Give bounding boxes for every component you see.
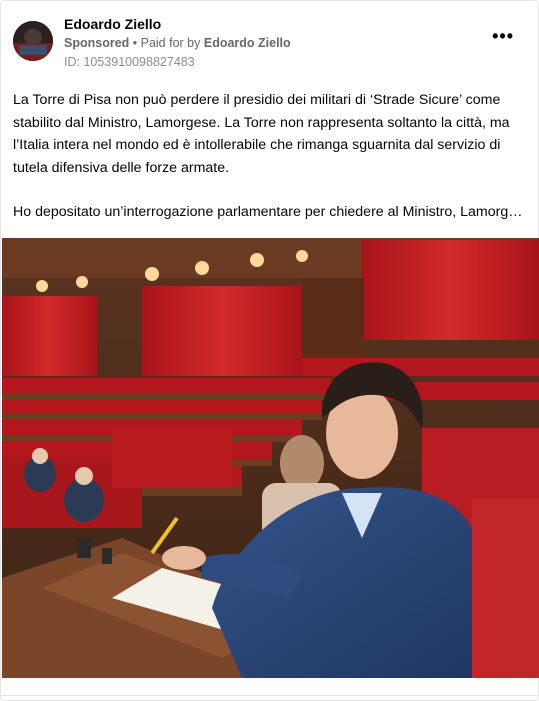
more-horizontal-icon[interactable]: ••• xyxy=(492,27,514,45)
parliament-chamber-image xyxy=(2,238,539,678)
ad-post-card: Edoardo Ziello Sponsored • Paid for by E… xyxy=(0,0,539,701)
post-text: La Torre di Pisa non può perdere il pres… xyxy=(13,89,529,224)
ad-id: ID: 1053910098827483 xyxy=(64,55,195,69)
sponsored-label: Sponsored xyxy=(64,36,130,50)
payer-name[interactable]: Edoardo Ziello xyxy=(204,36,291,50)
divider xyxy=(1,695,539,696)
post-header: Edoardo Ziello Sponsored • Paid for by E… xyxy=(13,13,526,71)
post-paragraph-2[interactable]: Ho depositato un’interrogazione parlamen… xyxy=(13,201,529,224)
author-name[interactable]: Edoardo Ziello xyxy=(64,16,161,32)
post-image[interactable] xyxy=(2,238,539,678)
sponsored-line: Sponsored • Paid for by Edoardo Ziello xyxy=(64,36,291,50)
post-paragraph-1: La Torre di Pisa non può perdere il pres… xyxy=(13,92,510,176)
paid-for-by-text: • Paid for by xyxy=(129,36,204,50)
author-avatar[interactable] xyxy=(13,21,53,61)
